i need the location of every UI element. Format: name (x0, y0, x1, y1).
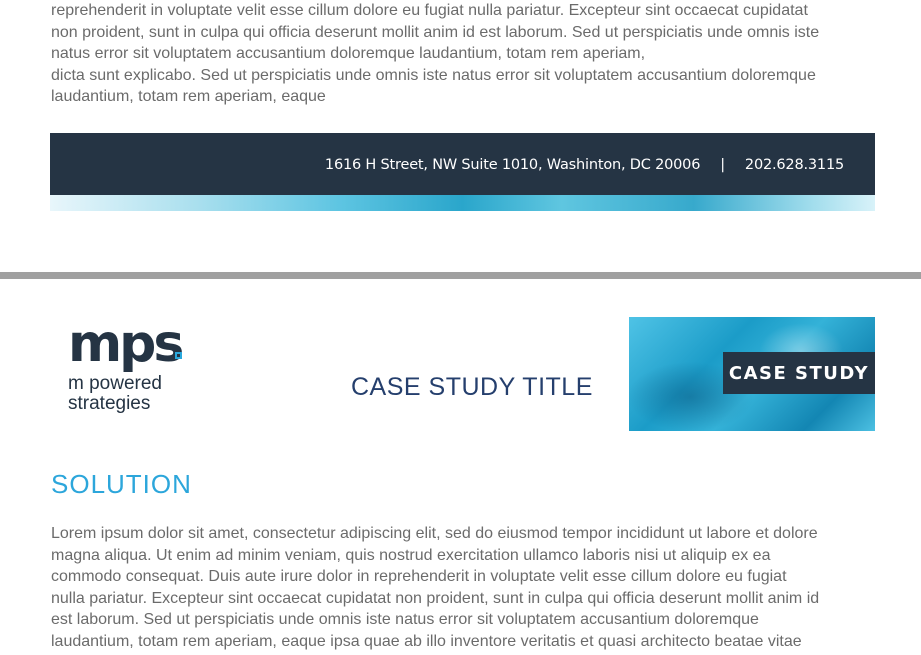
solution-line: laudantium, totam rem aperiam, eaque ips… (51, 632, 802, 650)
intro-line: dicta sunt explicabo. Sed ut perspiciati… (51, 66, 816, 84)
solution-line: Lorem ipsum dolor sit amet, consectetur … (51, 525, 818, 542)
footer-phone: 202.628.3115 (744, 157, 844, 173)
solution-line: magna aliqua. Ut enim ad minim veniam, q… (51, 546, 771, 564)
mps-logo: mps m powered strategies (68, 318, 198, 418)
page-divider (0, 272, 921, 279)
intro-line: non proident, sunt in culpa qui officia … (51, 23, 820, 41)
footer-decorative-strip (50, 195, 875, 211)
intro-paragraph: reprehenderit in voluptate velit esse ci… (51, 0, 891, 108)
solution-paragraph: Lorem ipsum dolor sit amet, consectetur … (51, 523, 881, 653)
solution-line: est laborum. Sed ut perspiciatis unde om… (51, 611, 759, 629)
intro-line: reprehenderit in voluptate velit esse ci… (51, 2, 808, 19)
hero-image: CASE STUDY (629, 317, 875, 431)
footer-bar: 1616 H Street, NW Suite 1010, Washinton,… (50, 133, 875, 195)
case-study-label: CASE STUDY (723, 352, 875, 394)
logo-tagline: m powered strategies (68, 374, 162, 414)
logo-mark: mps (68, 314, 184, 374)
case-study-title: CASE STUDY TITLE (351, 373, 593, 401)
solution-line: nulla pariatur. Excepteur sint occaecat … (51, 589, 820, 607)
solution-line: commodo consequat. Duis aute irure dolor… (51, 568, 787, 586)
logo-tagline-line: m powered (68, 373, 162, 394)
footer-separator: | (720, 157, 725, 173)
intro-line: laudantium, totam rem aperiam, eaque (51, 88, 326, 106)
footer-contact: 1616 H Street, NW Suite 1010, Washinton,… (325, 157, 844, 173)
logo-tagline-line: strategies (68, 393, 151, 414)
intro-line: natus error sit voluptatem accusantium d… (51, 45, 646, 63)
logo-dot-icon (175, 352, 182, 359)
footer-address: 1616 H Street, NW Suite 1010, Washinton,… (324, 157, 701, 173)
solution-heading: SOLUTION (51, 469, 192, 499)
